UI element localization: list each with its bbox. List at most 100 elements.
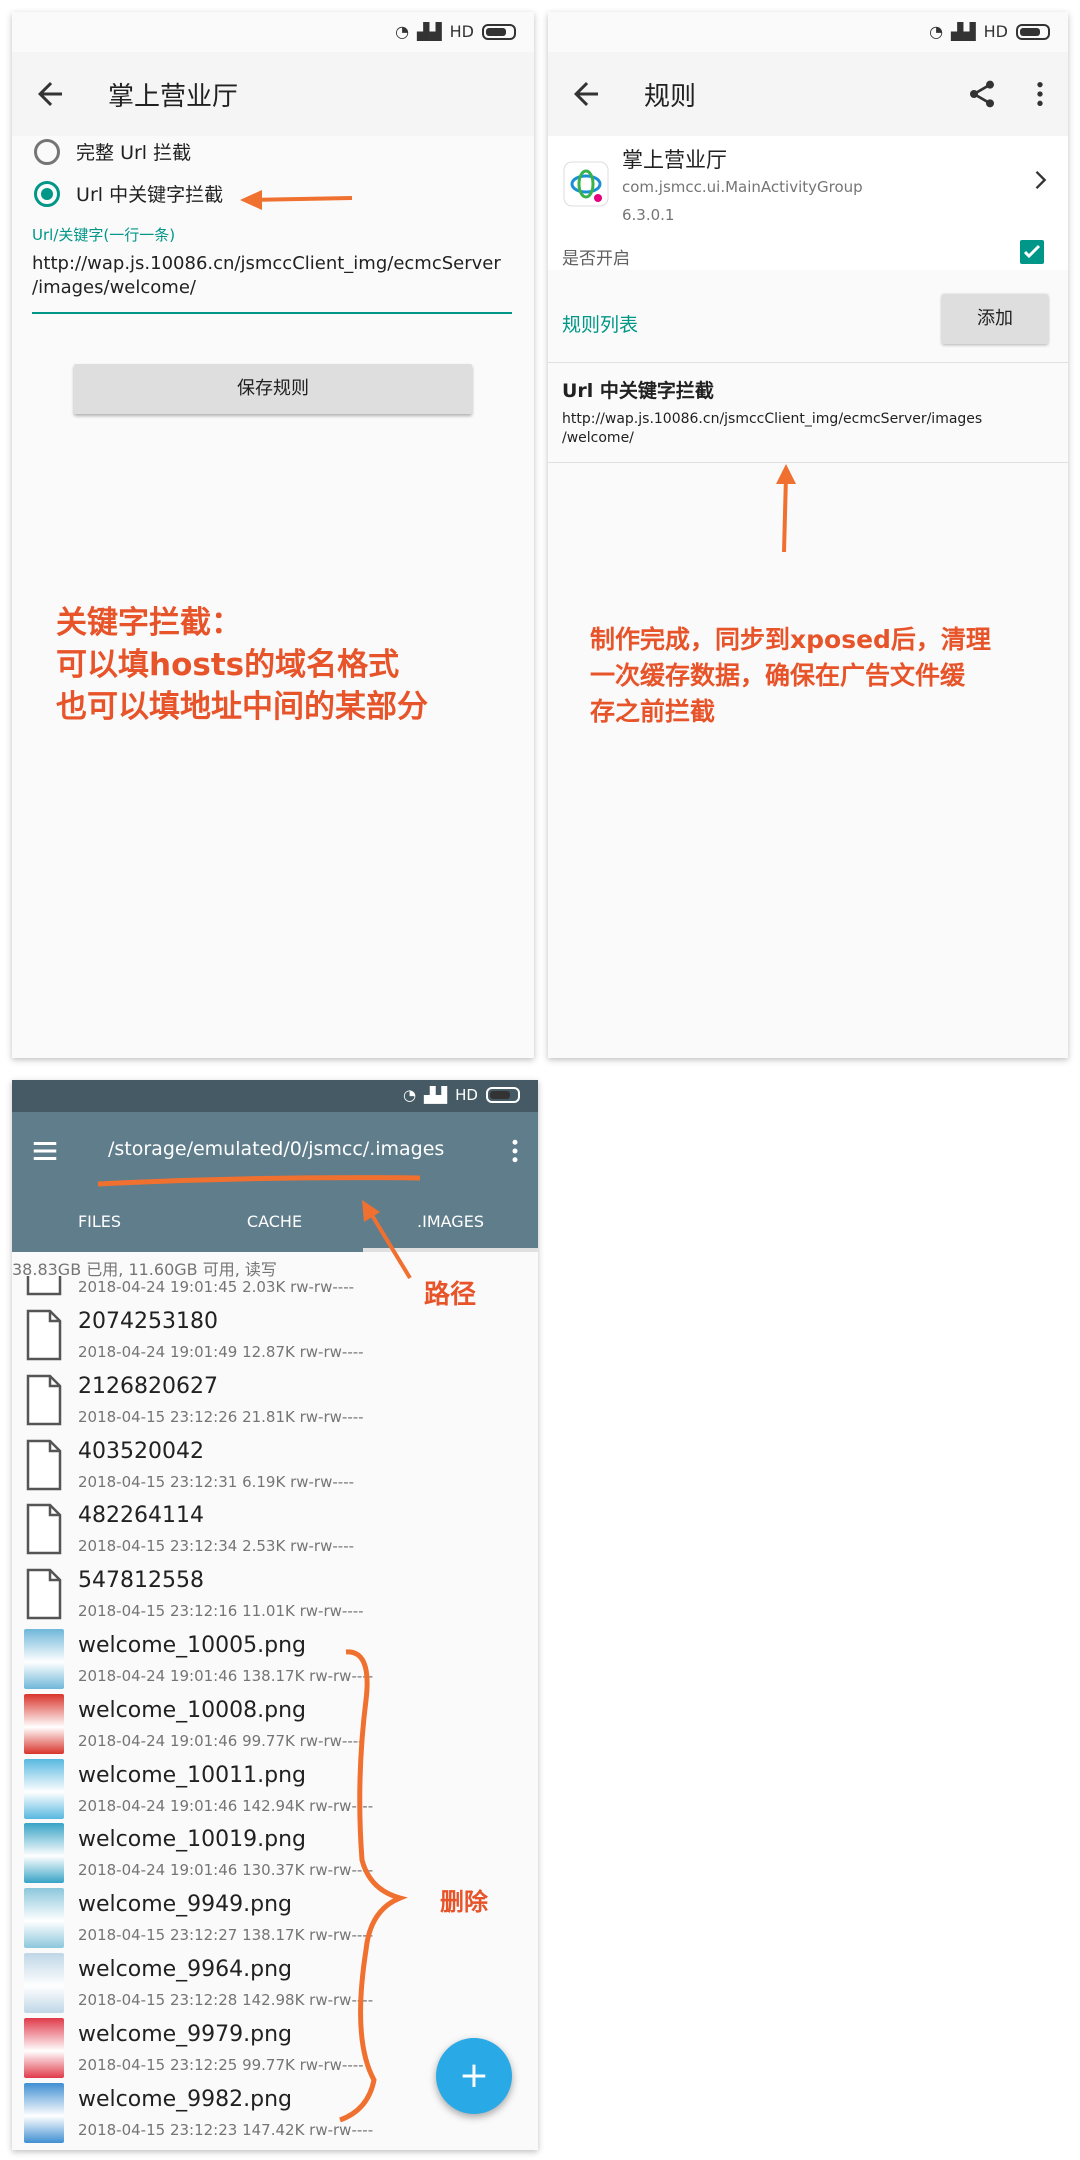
file-name: welcome_10005.png — [78, 1633, 307, 1658]
file-meta: 2018-04-24 19:01:46 99.77K rw-rw---- — [78, 1731, 364, 1750]
page-title: 规则 — [644, 82, 697, 112]
url-input[interactable]: http://wap.js.10086.cn/jsmccClient_img/e… — [32, 252, 512, 314]
radio-button-checked-icon[interactable] — [34, 180, 60, 207]
file-meta: 2018-04-24 19:01:49 12.87K rw-rw---- — [78, 1343, 364, 1361]
list-item[interactable]: welcome_10005.png 2018-04-24 19:01:46 138… — [12, 1627, 538, 1692]
file-meta: 2018-04-24 19:01:45 2.03K rw-rw---- — [78, 1278, 355, 1296]
file-meta: 2018-04-15 23:12:16 11.01K rw-rw---- — [78, 1602, 364, 1621]
panel-file-manager: ◔ ▟▟ HD /storage/emulated/0/jsmcc/.image… — [12, 1080, 538, 2150]
url-input-line1: http://wap.js.10086.cn/jsmccClient_img/e… — [32, 253, 501, 274]
current-path: /storage/emulated/0/jsmcc/.images — [108, 1138, 445, 1160]
url-input-line2: /images/welcome/ — [32, 277, 196, 298]
file-name: 482264114 — [78, 1503, 204, 1529]
annotation-line: 一次缓存数据，确保在广告文件缓 — [590, 661, 966, 690]
file-icon — [26, 1568, 62, 1620]
rules-section-header: 规则列表 添加 — [548, 282, 1068, 363]
radio-label-full-url: 完整 Url 拦截 — [76, 142, 192, 164]
app-logo-icon — [563, 161, 609, 207]
file-meta: 2018-04-15 23:12:23 147.42K rw-rw---- — [78, 2120, 374, 2139]
list-item[interactable]: 403520042 2018-04-15 23:12:31 6.19K rw-rw… — [12, 1433, 538, 1498]
tab-files[interactable]: FILES — [12, 1212, 187, 1231]
save-rule-button[interactable]: 保存规则 — [74, 364, 472, 414]
list-item[interactable]: welcome_10019.png 2018-04-24 19:01:46 130… — [12, 1821, 538, 1886]
annotation-line: 存之前拦截 — [590, 697, 716, 726]
file-name: welcome_9982.png — [78, 2086, 293, 2112]
add-rule-label: 添加 — [977, 308, 1013, 329]
app-bar: /storage/emulated/0/jsmcc/.images — [12, 1112, 538, 1252]
file-name: 2126820627 — [78, 1373, 218, 1399]
panel-rules: ◔ ▟▟ HD 规则 掌上营业厅 com.jsmcc.ui.MainActivi… — [548, 12, 1068, 1058]
file-icon — [26, 1309, 62, 1361]
rules-header-label: 规则列表 — [562, 314, 639, 336]
app-name: 掌上营业厅 — [622, 148, 727, 172]
app-package: com.jsmcc.ui.MainActivityGroup — [622, 178, 863, 196]
more-vert-icon[interactable] — [1024, 78, 1056, 110]
network-type: HD — [449, 22, 474, 41]
list-item[interactable]: welcome_10011.png 2018-04-24 19:01:46 142… — [12, 1757, 538, 1822]
add-rule-button[interactable]: 添加 — [942, 294, 1048, 344]
signal-icon: ▟▟ — [951, 22, 976, 41]
image-thumbnail — [24, 1629, 64, 1689]
plus-icon: + — [458, 2055, 490, 2096]
file-name: welcome_9964.png — [78, 1957, 293, 1982]
more-vert-icon[interactable] — [500, 1136, 530, 1166]
share-icon[interactable] — [966, 78, 998, 110]
enable-label: 是否开启 — [562, 249, 630, 269]
rule-list-item[interactable]: Url 中关键字拦截 http://wap.js.10086.cn/jsmccC… — [548, 362, 1068, 463]
annotation-delete-label: 删除 — [440, 1888, 488, 1916]
battery-icon — [486, 1087, 520, 1103]
file-icon — [26, 1439, 62, 1490]
status-bar: ◔ ▟▟ HD — [12, 12, 534, 52]
file-meta: 2018-04-15 23:12:26 21.81K rw-rw---- — [78, 1407, 364, 1426]
status-bar: ◔ ▟▟ HD — [548, 12, 1068, 52]
signal-icon: ▟▟ — [417, 22, 442, 41]
file-meta: 2018-04-24 19:01:46 142.94K rw-rw---- — [78, 1796, 374, 1815]
back-arrow-icon[interactable] — [568, 76, 604, 112]
list-item[interactable]: 2074253180 2018-04-24 19:01:49 12.87K rw-… — [12, 1303, 538, 1368]
page-title: 掌上营业厅 — [108, 82, 239, 112]
annotation-line: 也可以填地址中间的某部分 — [56, 689, 428, 725]
image-thumbnail — [24, 2082, 64, 2143]
tab-images[interactable]: .IMAGES — [363, 1212, 538, 1231]
radio-keyword[interactable]: Url 中关键字拦截 — [34, 180, 223, 207]
list-item[interactable]: 482264114 2018-04-15 23:12:34 2.53K rw-rw… — [12, 1497, 538, 1562]
enable-checkbox[interactable] — [1020, 240, 1044, 264]
status-bar: ◔ ▟▟ HD — [12, 1080, 538, 1112]
panel-rule-editor: ◔ ▟▟ HD 掌上营业厅 完整 Url 拦截 Url 中关键字拦截 Url/关… — [12, 12, 534, 1058]
radio-button-icon[interactable] — [34, 138, 60, 165]
file-meta: 2018-04-15 23:12:27 138.17K rw-rw---- — [78, 1926, 374, 1945]
list-item[interactable]: welcome_9964.png 2018-04-15 23:12:28 142.… — [12, 1951, 538, 2016]
list-item[interactable]: welcome_10008.png 2018-04-24 19:01:46 99.… — [12, 1692, 538, 1757]
network-type: HD — [455, 1086, 478, 1104]
image-thumbnail — [24, 1693, 64, 1754]
network-type: HD — [983, 22, 1008, 41]
list-item[interactable]: 2126820627 2018-04-15 23:12:26 21.81K rw-… — [12, 1368, 538, 1433]
wifi-icon: ◔ — [395, 22, 410, 41]
back-arrow-icon[interactable] — [32, 76, 68, 112]
image-thumbnail — [24, 1758, 64, 1819]
radio-full-url[interactable]: 完整 Url 拦截 — [34, 138, 191, 165]
add-fab[interactable]: + — [436, 2038, 512, 2114]
image-thumbnail — [24, 2017, 64, 2078]
annotation-line: 关键字拦截： — [56, 605, 242, 641]
save-rule-label: 保存规则 — [237, 378, 309, 399]
active-tab-indicator — [363, 1248, 538, 1252]
radio-label-keyword: Url 中关键字拦截 — [76, 184, 224, 206]
wifi-icon: ◔ — [929, 22, 944, 41]
app-info-card[interactable]: 掌上营业厅 com.jsmcc.ui.MainActivityGroup 6.3… — [548, 136, 1068, 270]
menu-icon[interactable] — [30, 1136, 60, 1166]
image-thumbnail — [24, 1888, 64, 1949]
annotation-line: 制作完成，同步到xposed后，清理 — [590, 625, 991, 654]
list-item[interactable]: 547812558 2018-04-15 23:12:16 11.01K rw-r… — [12, 1562, 538, 1627]
file-name: welcome_9949.png — [78, 1892, 293, 1918]
annotation-sync-note: 制作完成，同步到xposed后，清理 一次缓存数据，确保在广告文件缓 存之前拦截 — [590, 622, 991, 730]
annotation-keyword-note: 关键字拦截： 可以填hosts的域名格式 也可以填地址中间的某部分 — [56, 602, 428, 728]
file-name: welcome_10011.png — [78, 1762, 307, 1788]
annotation-path-label: 路径 — [424, 1280, 477, 1310]
wifi-icon: ◔ — [402, 1086, 417, 1104]
app-version: 6.3.0.1 — [622, 206, 675, 224]
file-name: 2074253180 — [78, 1309, 218, 1334]
tab-cache[interactable]: CACHE — [187, 1212, 362, 1231]
chevron-right-icon[interactable] — [1026, 166, 1054, 194]
battery-icon — [482, 23, 516, 40]
